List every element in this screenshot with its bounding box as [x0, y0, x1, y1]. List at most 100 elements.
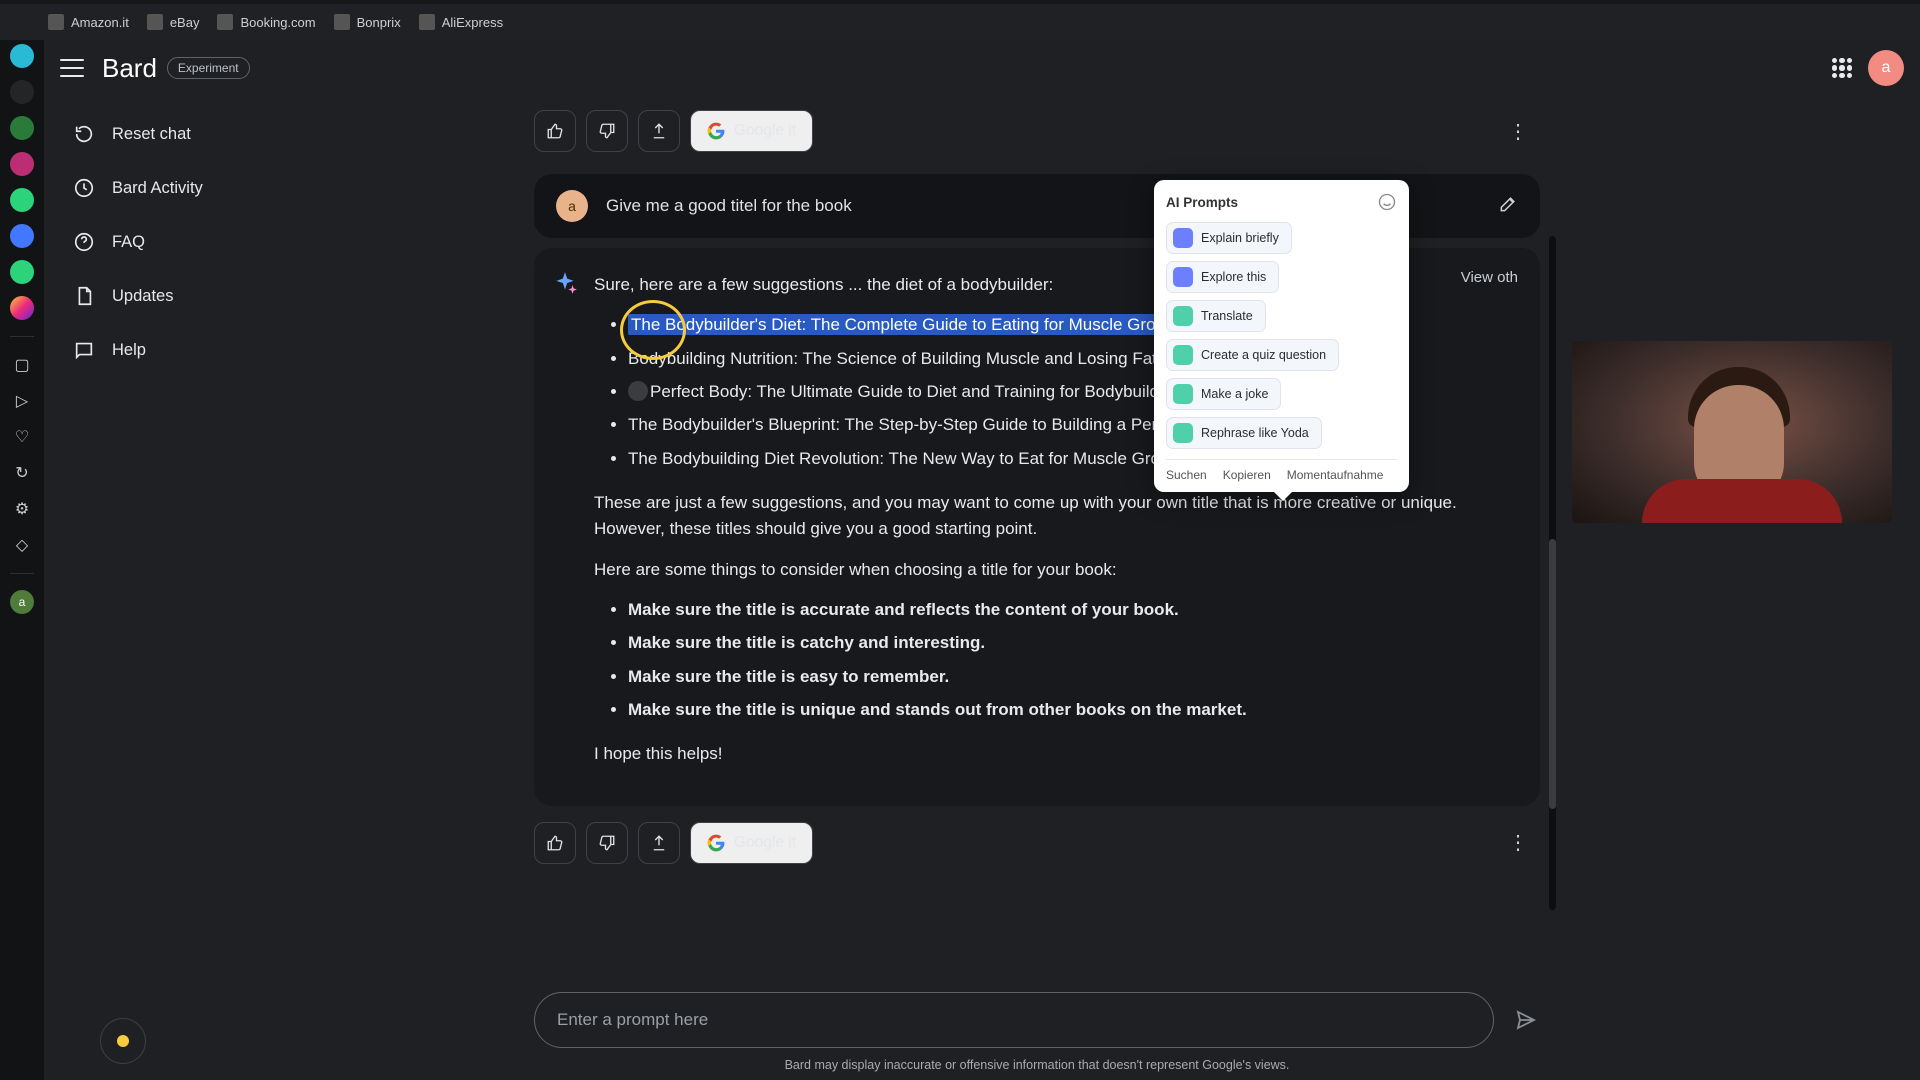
google-it-button[interactable]: Google it	[690, 110, 813, 152]
popover-title: AI Prompts	[1166, 195, 1238, 210]
chip-icon	[1173, 267, 1193, 287]
prompt-chip[interactable]: Create a quiz question	[1166, 339, 1339, 371]
bookmark-booking[interactable]: Booking.com	[217, 14, 315, 30]
strip-avatar-icon[interactable]: a	[10, 590, 34, 614]
strip-icon[interactable]	[10, 152, 34, 176]
prompt-chip[interactable]: Make a joke	[1166, 378, 1281, 410]
activity-icon	[72, 176, 96, 200]
tips-list: Make sure the title is accurate and refl…	[594, 597, 1512, 723]
activity-strip: ▢ ▷ ♡ ↻ ⚙ ◇ a	[0, 40, 44, 1080]
thumbs-up-button[interactable]	[534, 822, 576, 864]
sidebar-label: Help	[112, 341, 146, 360]
sidebar-label: Bard Activity	[112, 179, 203, 198]
google-it-button[interactable]: Google it	[690, 822, 813, 864]
prompt-chip[interactable]: Rephrase like Yoda	[1166, 417, 1322, 449]
response-closing: I hope this helps!	[594, 741, 1512, 767]
popover-action-search[interactable]: Suchen	[1166, 468, 1207, 482]
emoji-icon[interactable]	[1377, 192, 1397, 212]
chip-label: Create a quiz question	[1201, 348, 1326, 362]
chip-label: Explore this	[1201, 270, 1266, 284]
strip-star-icon[interactable]	[10, 80, 34, 104]
sidebar-item-help[interactable]: Help	[54, 326, 334, 374]
google-it-label: Google it	[734, 122, 796, 140]
strip-icon[interactable]	[10, 44, 34, 68]
prompt-input[interactable]: Enter a prompt here	[534, 992, 1494, 1048]
sidebar-item-reset[interactable]: Reset chat	[54, 110, 334, 158]
thumbs-down-button[interactable]	[586, 822, 628, 864]
popover-action-copy[interactable]: Kopieren	[1223, 468, 1271, 482]
strip-icon[interactable]	[10, 116, 34, 140]
popover-action-snapshot[interactable]: Momentaufnahme	[1287, 468, 1384, 482]
tip-item: Make sure the title is easy to remember.	[628, 664, 1512, 690]
share-button[interactable]	[638, 822, 680, 864]
prompt-chip[interactable]: Translate	[1166, 300, 1266, 332]
chip-icon	[1173, 423, 1193, 443]
faq-icon	[72, 230, 96, 254]
prompt-placeholder: Enter a prompt here	[557, 1010, 708, 1030]
prompt-chip[interactable]: Explain briefly	[1166, 222, 1292, 254]
google-it-label: Google it	[734, 834, 796, 852]
google-logo-icon	[707, 122, 725, 140]
tip-item: Make sure the title is accurate and refl…	[628, 597, 1512, 623]
bookmark-label: Booking.com	[240, 15, 315, 30]
chip-label: Make a joke	[1201, 387, 1268, 401]
disclaimer: Bard may display inaccurate or offensive…	[534, 1058, 1540, 1072]
app: Bard Experiment a Reset chat Bard Activi…	[44, 40, 1920, 1080]
view-other-drafts[interactable]: View oth	[1461, 266, 1518, 289]
menu-button[interactable]	[60, 59, 84, 77]
strip-icon[interactable]	[10, 224, 34, 248]
sidebar-label: Reset chat	[112, 125, 191, 144]
send-button[interactable]	[1512, 1006, 1540, 1034]
tip-item: Make sure the title is catchy and intere…	[628, 630, 1512, 656]
more-button[interactable]: ⋮	[1498, 113, 1540, 150]
chip-icon	[1173, 228, 1193, 248]
ai-prompts-popover: AI Prompts Explain briefly Explore this Tr…	[1154, 180, 1409, 492]
response-para: These are just a few suggestions, and yo…	[594, 490, 1512, 543]
sidebar-item-updates[interactable]: Updates	[54, 272, 334, 320]
message-actions-top: Google it ⋮	[534, 96, 1540, 164]
bookmark-bar: Amazon.it eBay Booking.com Bonprix AliEx…	[0, 4, 1920, 40]
thumbs-down-button[interactable]	[586, 110, 628, 152]
bookmark-label: Amazon.it	[71, 15, 129, 30]
sidebar: Reset chat Bard Activity FAQ Updates Hel…	[44, 96, 344, 1080]
bookmark-icon	[147, 14, 163, 30]
bookmark-aliexpress[interactable]: AliExpress	[419, 14, 503, 30]
more-button[interactable]: ⋮	[1498, 824, 1540, 861]
thumbs-up-button[interactable]	[534, 110, 576, 152]
chip-label: Rephrase like Yoda	[1201, 426, 1309, 440]
bookmark-bonprix[interactable]: Bonprix	[334, 14, 401, 30]
bookmark-label: eBay	[170, 15, 200, 30]
chip-icon	[1173, 384, 1193, 404]
bookmark-ebay[interactable]: eBay	[147, 14, 200, 30]
sidebar-label: Updates	[112, 287, 173, 306]
message-actions-bottom: Google it ⋮	[534, 816, 1540, 864]
prompt-area: Enter a prompt here Bard may display ina…	[534, 988, 1540, 1080]
app-header: Bard Experiment a	[44, 40, 1920, 96]
sidebar-item-activity[interactable]: Bard Activity	[54, 164, 334, 212]
share-button[interactable]	[638, 110, 680, 152]
apps-grid-icon[interactable]	[1832, 58, 1852, 78]
bookmark-amazon[interactable]: Amazon.it	[48, 14, 129, 30]
prompt-chip[interactable]: Explore this	[1166, 261, 1279, 293]
bookmark-icon	[334, 14, 350, 30]
chip-label: Translate	[1201, 309, 1253, 323]
brand-badge: Experiment	[167, 57, 250, 79]
strip-icon[interactable]	[10, 188, 34, 212]
user-avatar-small: a	[556, 190, 588, 222]
brand-name: Bard	[102, 53, 157, 84]
inline-icon	[628, 381, 648, 401]
webcam-overlay	[1572, 341, 1892, 523]
avatar-initial: a	[1882, 59, 1891, 77]
sidebar-label: FAQ	[112, 233, 145, 252]
chip-label: Explain briefly	[1201, 231, 1279, 245]
sidebar-item-faq[interactable]: FAQ	[54, 218, 334, 266]
theme-orb[interactable]	[100, 1018, 146, 1064]
google-logo-icon	[707, 834, 725, 852]
bookmark-icon	[48, 14, 64, 30]
user-avatar[interactable]: a	[1868, 50, 1904, 86]
strip-icon[interactable]	[10, 260, 34, 284]
strip-icon[interactable]	[10, 296, 34, 320]
edit-message-button[interactable]	[1498, 194, 1518, 219]
chip-icon	[1173, 306, 1193, 326]
scrollbar[interactable]	[1549, 236, 1556, 910]
